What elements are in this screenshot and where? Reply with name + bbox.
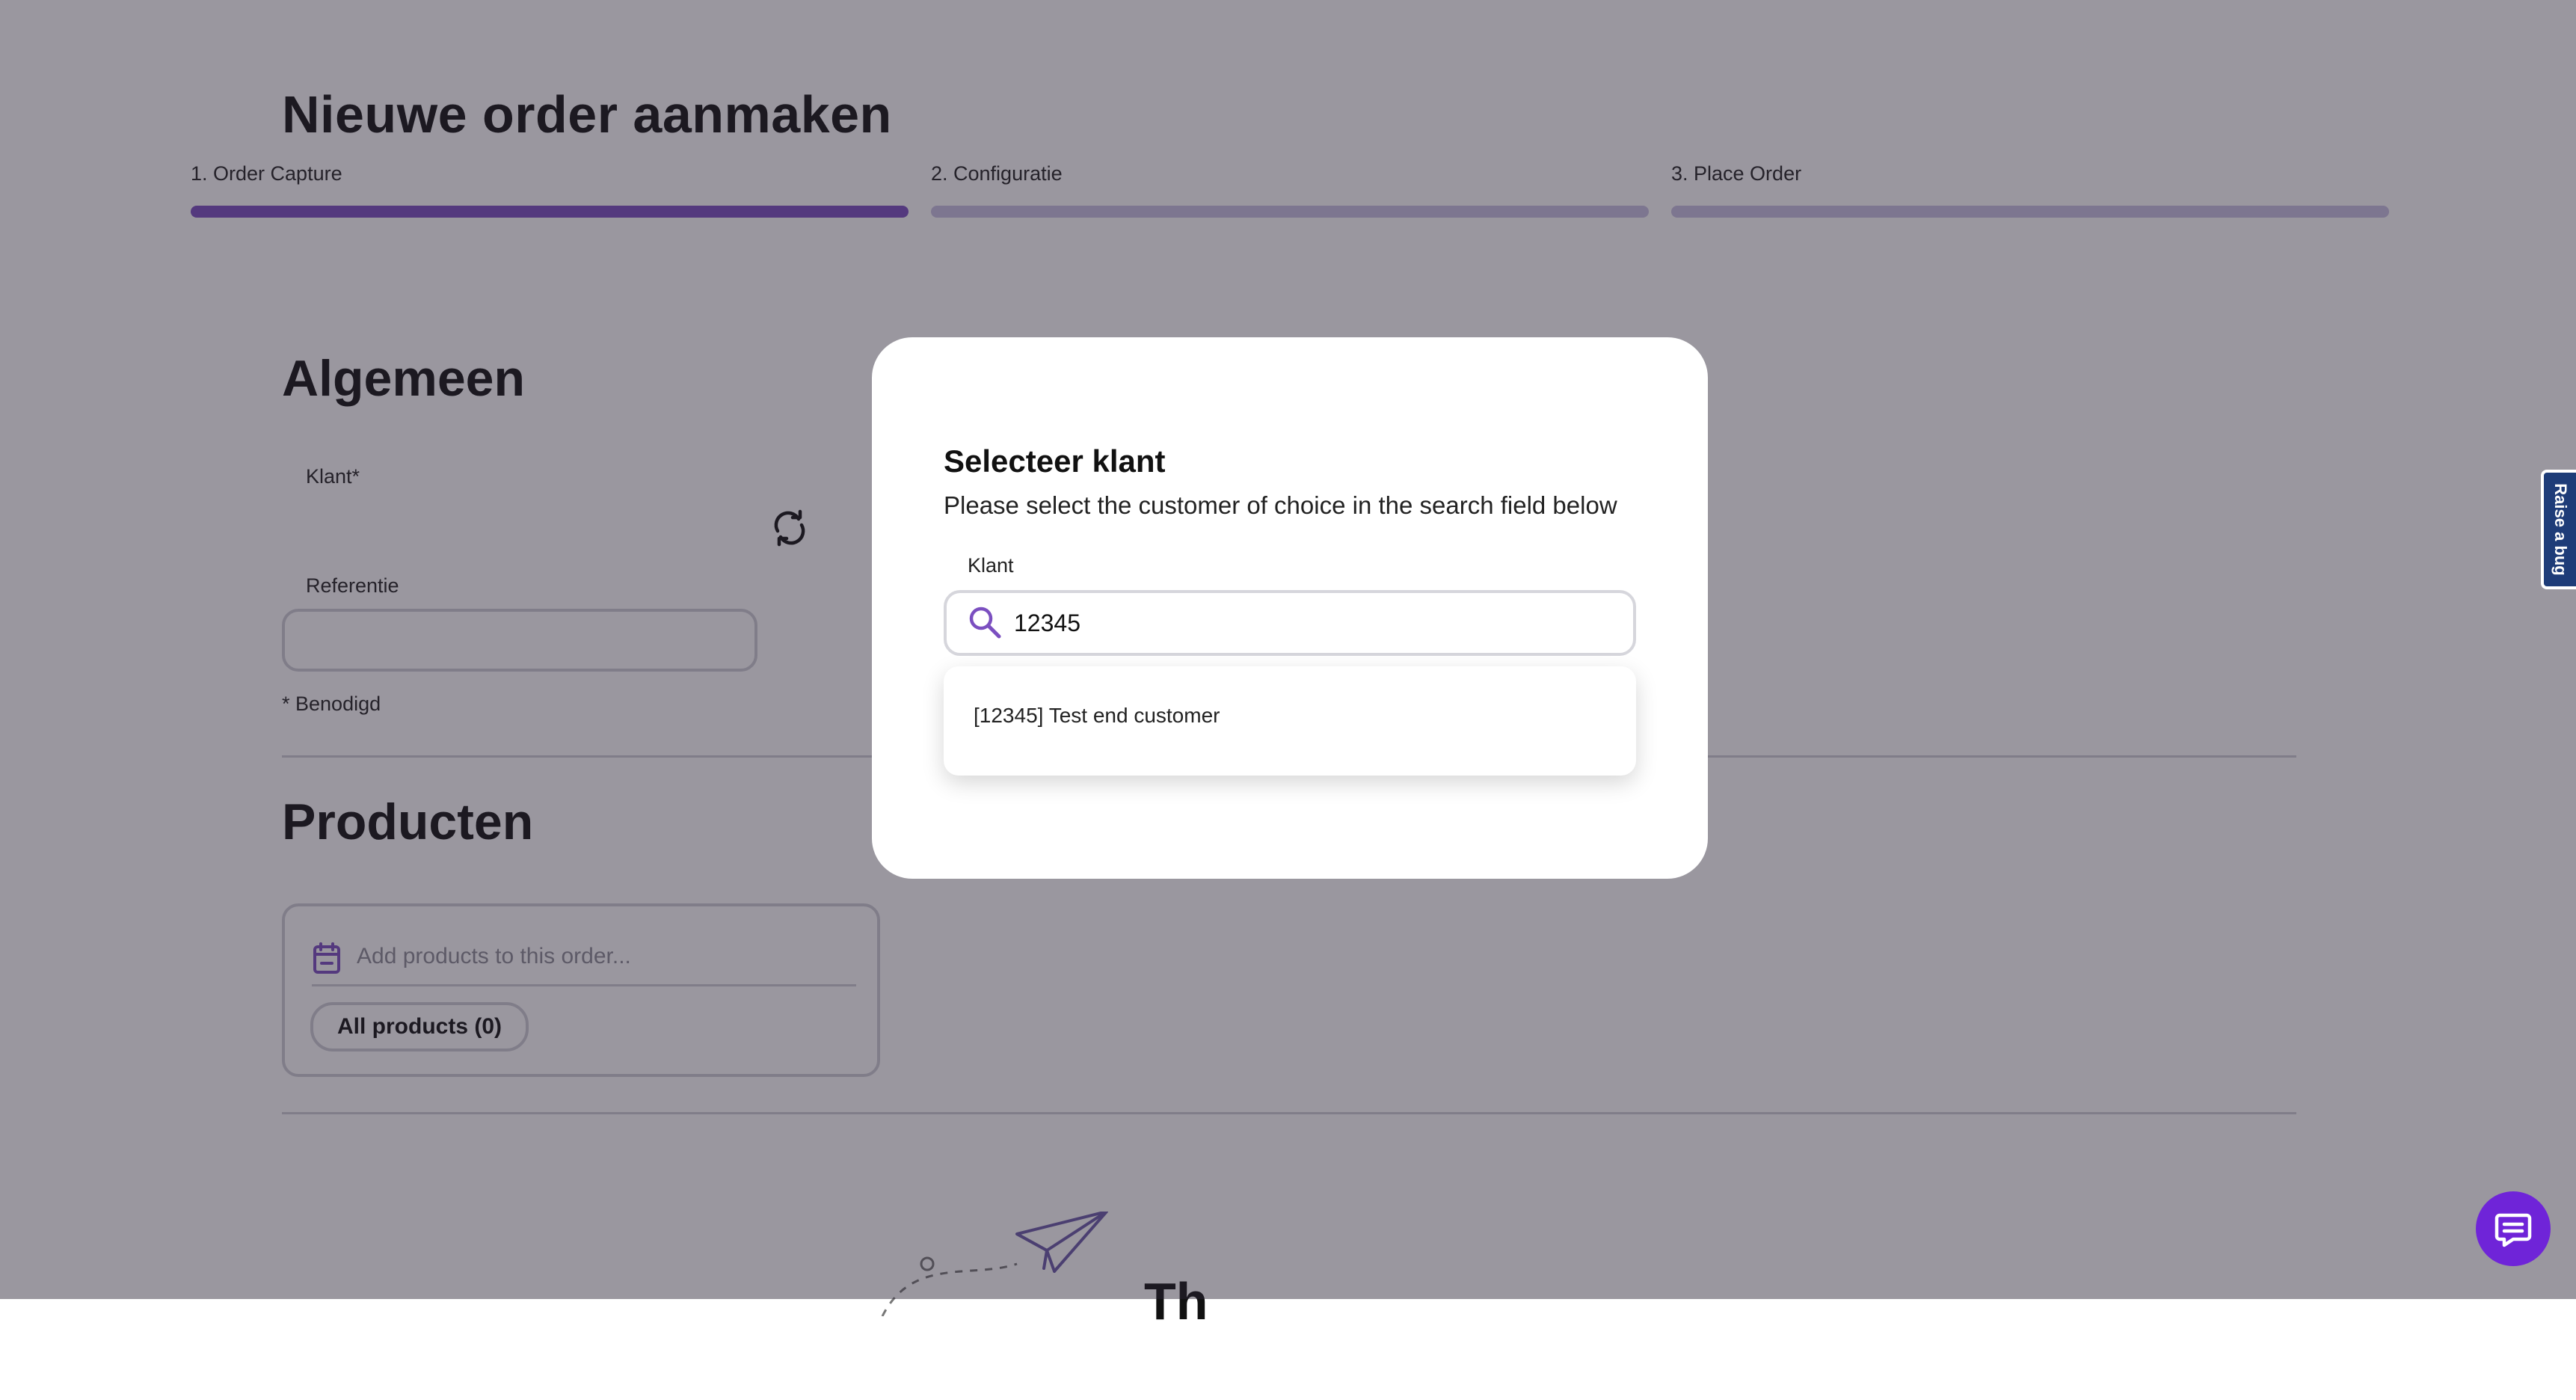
raise-bug-label: Raise a bug bbox=[2551, 483, 2570, 576]
customer-search-field[interactable] bbox=[944, 590, 1636, 656]
chat-icon bbox=[2494, 1213, 2532, 1247]
customer-search-input[interactable] bbox=[1014, 604, 1612, 642]
select-customer-modal: Selecteer klant Please select the custom… bbox=[872, 337, 1708, 879]
customer-dropdown: [12345] Test end customer bbox=[944, 666, 1636, 776]
chat-launcher-button[interactable] bbox=[2476, 1191, 2551, 1266]
customer-option[interactable]: [12345] Test end customer bbox=[974, 704, 1220, 728]
raise-bug-tab[interactable]: Raise a bug bbox=[2541, 470, 2576, 589]
modal-title: Selecteer klant bbox=[944, 443, 1166, 479]
modal-description: Please select the customer of choice in … bbox=[944, 491, 1617, 519]
customer-field-label: Klant bbox=[968, 554, 1014, 577]
search-icon bbox=[969, 607, 1001, 639]
